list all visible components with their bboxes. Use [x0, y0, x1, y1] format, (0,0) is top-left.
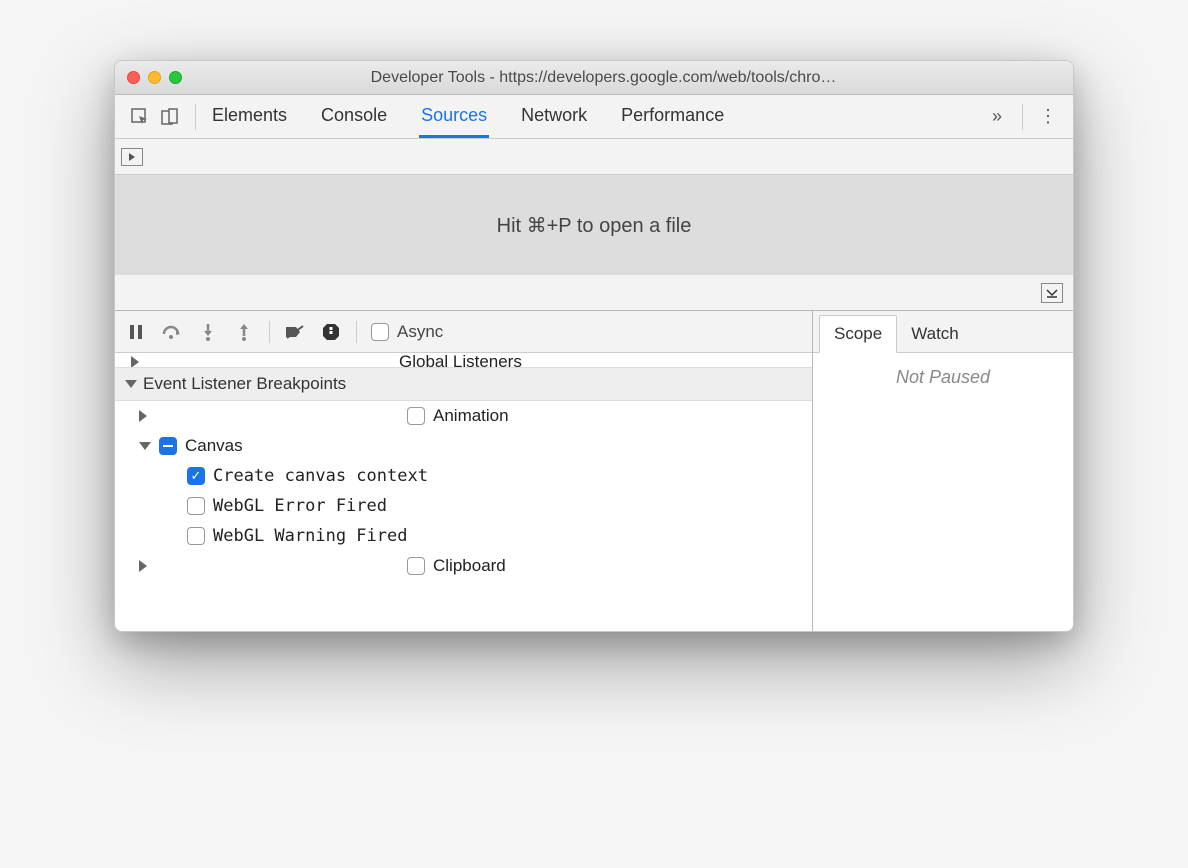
expand-icon[interactable] [139, 410, 399, 422]
async-label: Async [397, 322, 443, 342]
webgl-warning-checkbox[interactable] [187, 527, 205, 545]
tab-sources[interactable]: Sources [419, 95, 489, 138]
traffic-lights [127, 71, 182, 84]
debugger-left-pane: Async Global Listeners Event Listener Br… [115, 311, 813, 631]
expand-icon[interactable] [139, 560, 399, 572]
sources-subbar [115, 139, 1073, 175]
step-out-icon[interactable] [233, 321, 255, 343]
webgl-error-checkbox[interactable] [187, 497, 205, 515]
inspect-element-icon[interactable] [125, 102, 155, 132]
not-paused-label: Not Paused [896, 367, 990, 631]
step-over-icon[interactable] [161, 321, 183, 343]
settings-menu-icon[interactable]: ⋮ [1033, 106, 1063, 127]
more-tabs-icon[interactable]: » [982, 106, 1012, 127]
collapse-icon[interactable] [139, 442, 151, 450]
show-navigator-icon[interactable] [121, 148, 143, 166]
main-tabbar: Elements Console Sources Network Perform… [115, 95, 1073, 139]
devtools-window: Developer Tools - https://developers.goo… [114, 60, 1074, 632]
debugger-right-pane: Scope Watch Not Paused [813, 311, 1073, 631]
breakpoint-create-canvas-context[interactable]: ✓ Create canvas context [115, 461, 812, 491]
tab-elements[interactable]: Elements [210, 95, 289, 138]
scope-body: Not Paused [813, 353, 1073, 631]
divider [269, 321, 270, 343]
open-file-hint: Hit ⌘+P to open a file [115, 175, 1073, 275]
tab-console[interactable]: Console [319, 95, 389, 138]
category-label: Animation [433, 406, 509, 426]
breakpoints-panel-list: Global Listeners Event Listener Breakpoi… [115, 353, 812, 631]
breakpoint-label: WebGL Error Fired [213, 496, 387, 516]
category-clipboard[interactable]: Clipboard [115, 551, 812, 581]
tab-scope[interactable]: Scope [819, 315, 897, 353]
editor-footer [115, 275, 1073, 311]
global-listeners-header[interactable]: Global Listeners [115, 353, 812, 367]
elb-label: Event Listener Breakpoints [143, 374, 346, 394]
breakpoint-label: WebGL Warning Fired [213, 526, 407, 546]
hint-text: Hit ⌘+P to open a file [497, 213, 692, 238]
step-into-icon[interactable] [197, 321, 219, 343]
collapse-icon [125, 380, 137, 388]
titlebar: Developer Tools - https://developers.goo… [115, 61, 1073, 95]
debugger-toolbar: Async [115, 311, 812, 353]
event-listener-breakpoints-header[interactable]: Event Listener Breakpoints [115, 367, 812, 401]
async-checkbox-wrap[interactable]: Async [371, 322, 443, 342]
tab-network[interactable]: Network [519, 95, 589, 138]
category-animation[interactable]: Animation [115, 401, 812, 431]
breakpoint-webgl-error-fired[interactable]: WebGL Error Fired [115, 491, 812, 521]
async-checkbox[interactable] [371, 323, 389, 341]
breakpoint-webgl-warning-fired[interactable]: WebGL Warning Fired [115, 521, 812, 551]
expand-icon [131, 356, 391, 368]
close-window-button[interactable] [127, 71, 140, 84]
zoom-window-button[interactable] [169, 71, 182, 84]
breakpoint-label: Create canvas context [213, 466, 428, 486]
canvas-checkbox[interactable] [159, 437, 177, 455]
create-canvas-context-checkbox[interactable]: ✓ [187, 467, 205, 485]
divider [356, 321, 357, 343]
device-toolbar-icon[interactable] [155, 102, 185, 132]
deactivate-breakpoints-icon[interactable] [284, 321, 306, 343]
minimize-window-button[interactable] [148, 71, 161, 84]
global-listeners-label: Global Listeners [399, 353, 522, 367]
panel-tabs: Elements Console Sources Network Perform… [206, 95, 982, 138]
category-label: Clipboard [433, 556, 506, 576]
debugger-body: Async Global Listeners Event Listener Br… [115, 311, 1073, 631]
toggle-drawer-icon[interactable] [1041, 283, 1063, 303]
scope-watch-tabs: Scope Watch [813, 311, 1073, 353]
pause-script-icon[interactable] [125, 321, 147, 343]
divider [195, 104, 196, 130]
tab-watch[interactable]: Watch [897, 316, 973, 352]
tab-performance[interactable]: Performance [619, 95, 726, 138]
clipboard-checkbox[interactable] [407, 557, 425, 575]
category-label: Canvas [185, 436, 243, 456]
pause-on-exceptions-icon[interactable] [320, 321, 342, 343]
window-title: Developer Tools - https://developers.goo… [196, 69, 1061, 87]
divider [1022, 104, 1023, 130]
category-canvas[interactable]: Canvas [115, 431, 812, 461]
animation-checkbox[interactable] [407, 407, 425, 425]
